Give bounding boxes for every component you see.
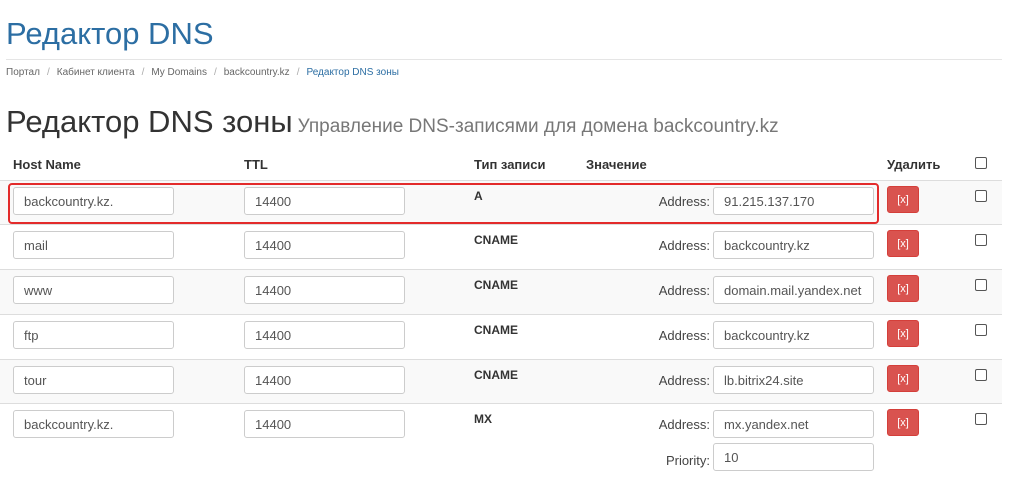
address-input[interactable]: lb.bitrix24.site <box>713 366 874 394</box>
address-label: Address: <box>658 194 710 209</box>
priority-label: Priority: <box>665 453 710 468</box>
breadcrumb-separator: / <box>141 67 145 78</box>
table-header: Host Name TTL Тип записи Значение Удалит… <box>0 150 1002 178</box>
host-name-input[interactable]: ftp <box>13 321 174 349</box>
record-type: CNAME <box>474 278 518 292</box>
delete-record-button[interactable]: [x] <box>887 230 919 257</box>
delete-record-button[interactable]: [x] <box>887 320 919 347</box>
ttl-input[interactable]: 14400 <box>244 187 405 215</box>
breadcrumb-separator: / <box>213 67 217 78</box>
address-input[interactable]: backcountry.kz <box>713 321 874 349</box>
breadcrumb: Портал / Кабинет клиента / My Domains / backco… <box>6 67 399 78</box>
column-header-ttl: TTL <box>244 157 268 172</box>
record-type: CNAME <box>474 323 518 337</box>
record-type: MX <box>474 412 492 426</box>
ttl-input[interactable]: 14400 <box>244 410 405 438</box>
column-header-value: Значение <box>586 157 647 172</box>
host-name-input[interactable]: www <box>13 276 174 304</box>
address-input[interactable]: domain.mail.yandex.net <box>713 276 874 304</box>
delete-record-button[interactable]: [x] <box>887 409 919 436</box>
address-label: Address: <box>658 417 710 432</box>
address-input[interactable]: 91.215.137.170 <box>713 187 874 215</box>
address-label: Address: <box>658 238 710 253</box>
host-name-input[interactable]: mail <box>13 231 174 259</box>
breadcrumb-separator: / <box>296 67 300 78</box>
address-label: Address: <box>658 283 710 298</box>
breadcrumb-link-portal[interactable]: Портал <box>6 67 40 78</box>
breadcrumb-link-my-domains[interactable]: My Domains <box>151 67 207 78</box>
zone-heading-title: Редактор DNS зоны <box>6 104 293 139</box>
ttl-input[interactable]: 14400 <box>244 366 405 394</box>
ttl-input[interactable]: 14400 <box>244 276 405 304</box>
priority-input[interactable]: 10 <box>713 443 874 471</box>
host-name-input[interactable]: backcountry.kz. <box>13 410 174 438</box>
record-type: CNAME <box>474 233 518 247</box>
column-header-type: Тип записи <box>474 157 546 172</box>
record-checkbox[interactable] <box>975 190 987 202</box>
address-input[interactable]: backcountry.kz <box>713 231 874 259</box>
host-name-input[interactable]: tour <box>13 366 174 394</box>
record-checkbox[interactable] <box>975 369 987 381</box>
breadcrumb-current: Редактор DNS зоны <box>306 67 399 78</box>
record-checkbox[interactable] <box>975 324 987 336</box>
breadcrumb-link-client-area[interactable]: Кабинет клиента <box>57 67 135 78</box>
ttl-input[interactable]: 14400 <box>244 321 405 349</box>
table-row: backcountry.kz. 14400 MX Address: mx.yan… <box>0 403 1002 478</box>
address-label: Address: <box>658 373 710 388</box>
ttl-input[interactable]: 14400 <box>244 231 405 259</box>
breadcrumb-separator: / <box>46 67 50 78</box>
delete-record-button[interactable]: [x] <box>887 186 919 213</box>
record-checkbox[interactable] <box>975 279 987 291</box>
table-row: backcountry.kz. 14400 A Address: 91.215.… <box>0 180 1002 225</box>
select-all-checkbox[interactable] <box>975 157 987 169</box>
table-row: mail 14400 CNAME Address: backcountry.kz… <box>0 224 1002 269</box>
page-title: Редактор DNS <box>6 16 214 51</box>
host-name-input[interactable]: backcountry.kz. <box>13 187 174 215</box>
delete-record-button[interactable]: [x] <box>887 365 919 392</box>
record-type: A <box>474 189 483 203</box>
address-label: Address: <box>658 328 710 343</box>
zone-heading-subtitle: Управление DNS-записями для домена backc… <box>297 116 779 137</box>
title-divider <box>6 59 1002 60</box>
delete-record-button[interactable]: [x] <box>887 275 919 302</box>
column-header-delete: Удалить <box>887 157 941 172</box>
column-header-host: Host Name <box>13 157 81 172</box>
record-checkbox[interactable] <box>975 413 987 425</box>
breadcrumb-link-domain[interactable]: backcountry.kz <box>224 67 290 78</box>
zone-heading: Редактор DNS зоны Управление DNS-записями… <box>6 104 779 140</box>
table-row: tour 14400 CNAME Address: lb.bitrix24.si… <box>0 359 1002 404</box>
record-type: CNAME <box>474 368 518 382</box>
address-input[interactable]: mx.yandex.net <box>713 410 874 438</box>
table-row: ftp 14400 CNAME Address: backcountry.kz … <box>0 314 1002 359</box>
table-row: www 14400 CNAME Address: domain.mail.yan… <box>0 269 1002 314</box>
record-checkbox[interactable] <box>975 234 987 246</box>
